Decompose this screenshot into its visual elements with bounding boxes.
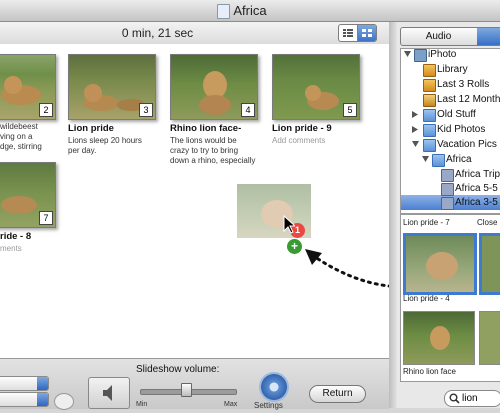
photo-source-tree: iPhoto Library Last 3 Rolls Last 12 Mont… — [400, 48, 500, 214]
photo-name: Rhino lion face — [403, 367, 456, 376]
photo-thumbnail[interactable] — [479, 311, 500, 365]
tab-audio[interactable]: Audio — [401, 28, 476, 45]
window-title: Africa — [233, 3, 267, 18]
volume-slider-knob[interactable] — [181, 383, 192, 397]
photo-number-badge: 4 — [241, 103, 255, 117]
album-icon — [441, 183, 454, 196]
folder-icon — [423, 124, 436, 137]
photo-thumbnail[interactable]: 2 — [0, 54, 56, 120]
photo-title[interactable]: ride - 8 — [0, 231, 31, 242]
slideshow-duration: 0 min, 21 sec — [121, 26, 194, 40]
preview-button[interactable] — [88, 377, 130, 409]
photo-title[interactable]: Lion pride - 9 — [272, 123, 332, 134]
calendar-icon — [423, 94, 436, 107]
photo-name: Close — [477, 218, 498, 227]
folder-icon — [432, 154, 445, 167]
disclosure-triangle-icon — [412, 141, 419, 147]
disclosure-triangle-icon — [422, 156, 429, 162]
photo-title[interactable]: Lion pride — [68, 123, 114, 134]
search-field[interactable]: lion — [444, 390, 500, 407]
photo-name: Lion pride - 4 — [403, 294, 450, 303]
view-mode-toggle[interactable] — [338, 24, 377, 42]
return-button[interactable]: Return — [309, 385, 366, 403]
list-view-icon[interactable] — [339, 25, 358, 41]
photo-name: Lion pride - 7 — [403, 218, 450, 227]
photo-number-badge: 5 — [343, 103, 357, 117]
photo-browser: Lion pride - 7 Close Lion pride - 4 Rhin… — [400, 214, 500, 382]
settings-gear-icon[interactable] — [259, 372, 289, 402]
settings-label: Settings — [254, 401, 283, 410]
photo-thumbnail[interactable]: 7 — [0, 162, 56, 228]
photo-thumbnail-selected[interactable] — [479, 233, 500, 295]
photo-comment: ments — [0, 244, 22, 253]
tab-photos[interactable] — [477, 28, 500, 45]
direction-control[interactable] — [54, 393, 74, 410]
photo-comment: The lions would be crazy to try to bring d… — [170, 136, 256, 165]
volume-max-label: Max — [224, 401, 238, 408]
disclosure-triangle-icon — [412, 111, 418, 118]
iphoto-icon — [414, 49, 427, 62]
direction-popup[interactable] — [0, 392, 49, 407]
photo-thumbnail[interactable]: 5 — [272, 54, 360, 120]
volume-label: Slideshow volume: — [136, 364, 220, 375]
photo-thumbnail[interactable]: 3 — [68, 54, 156, 120]
folder-icon — [423, 139, 436, 152]
slideshow-toolbar: 0 min, 21 sec — [0, 22, 390, 45]
photo-comment: wildebeest ving on a dge, stirring — [0, 122, 42, 151]
album-icon — [441, 197, 454, 210]
folder-icon — [423, 109, 436, 122]
search-value: lion — [462, 393, 478, 404]
search-icon — [449, 393, 460, 404]
photo-comment[interactable]: Add comments — [272, 136, 325, 146]
library-icon — [423, 64, 436, 77]
pane-divider[interactable] — [389, 22, 397, 408]
volume-min-label: Min — [136, 401, 148, 408]
photo-grid: 2 wildebeest ving on a dge, stirring 3 Lio… — [0, 44, 389, 358]
grid-view-icon[interactable] — [358, 25, 376, 41]
photo-thumbnail[interactable]: 4 — [170, 54, 258, 120]
media-tabs: Audio — [400, 27, 500, 46]
photo-title[interactable]: Rhino lion face- — [170, 123, 241, 134]
cursor-icon — [283, 215, 295, 234]
photo-thumbnail-selected[interactable] — [403, 233, 477, 295]
photo-number-badge: 3 — [139, 103, 153, 117]
transition-popup[interactable] — [0, 376, 49, 391]
photo-number-badge: 2 — [39, 103, 53, 117]
photo-thumbnail[interactable] — [403, 311, 475, 365]
album-icon — [441, 169, 454, 182]
disclosure-triangle-icon — [412, 126, 418, 133]
rolls-icon — [423, 79, 436, 92]
photo-number-badge: 7 — [39, 211, 53, 225]
photo-comment: Lions sleep 20 hours per day. — [68, 136, 142, 155]
